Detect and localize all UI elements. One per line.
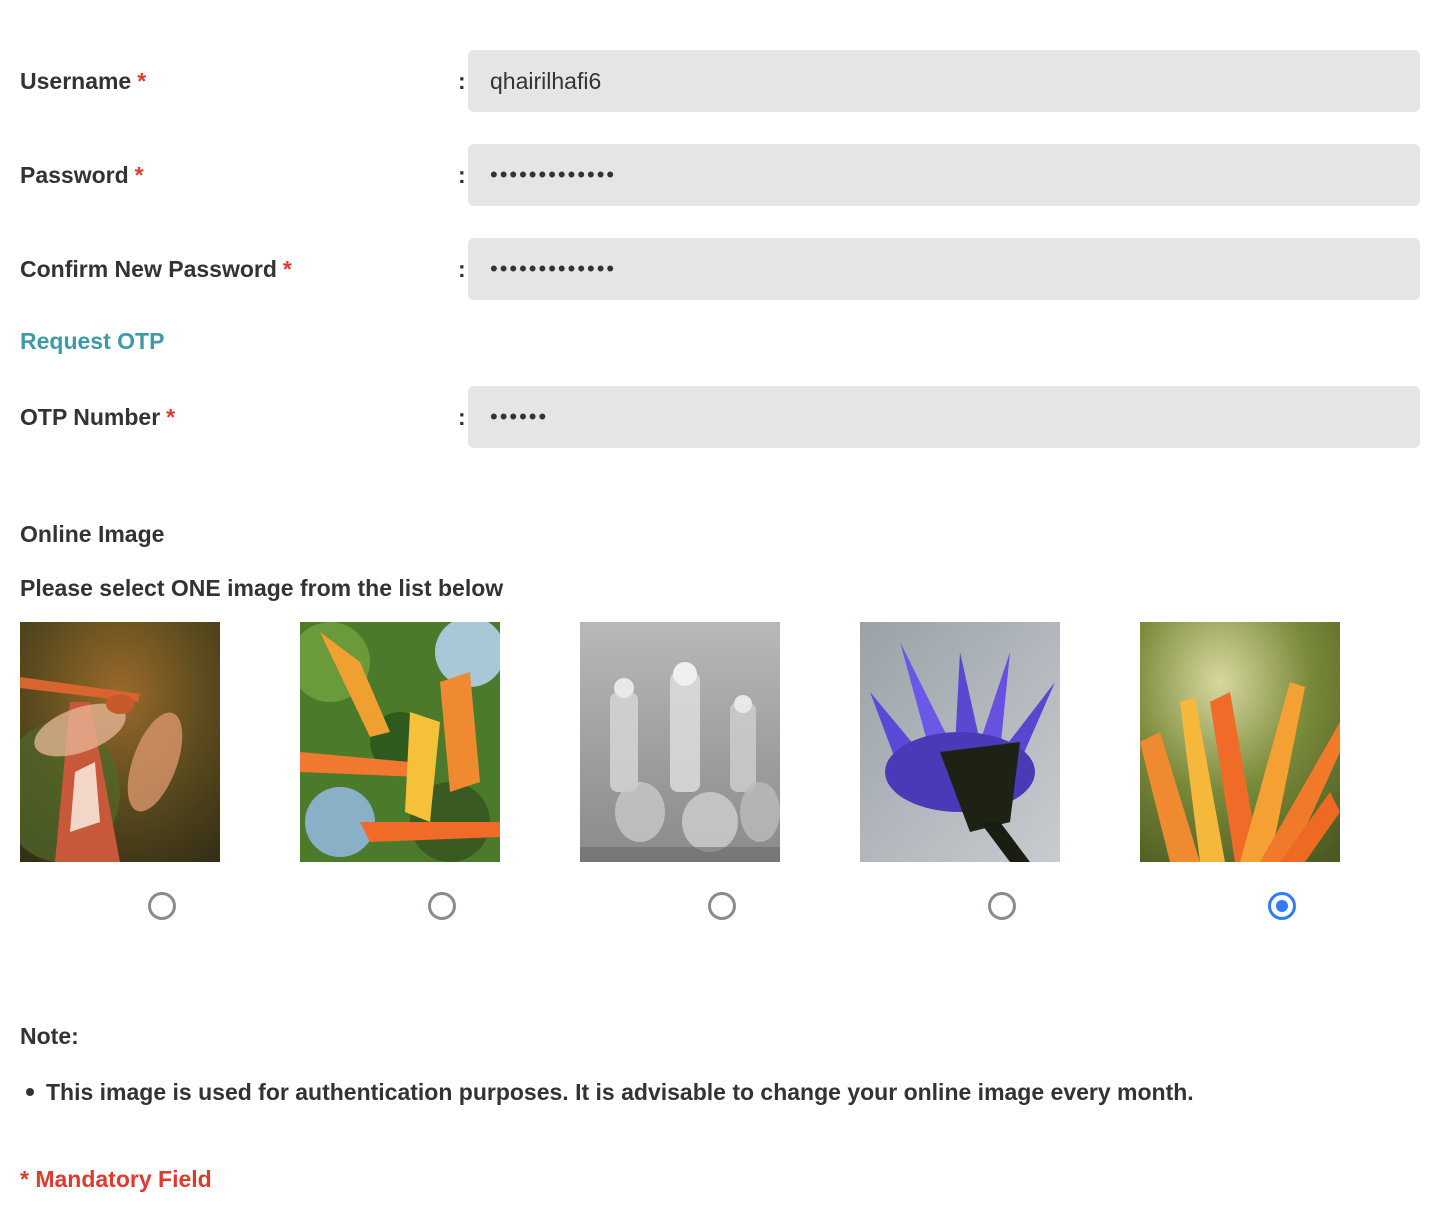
required-asterisk: * <box>134 162 144 188</box>
note-list: This image is used for authentication pu… <box>20 1074 1194 1110</box>
otp-input[interactable]: •••••• <box>468 386 1420 448</box>
purple-lotus-flower-image[interactable] <box>860 622 1060 862</box>
required-asterisk: * <box>166 404 176 430</box>
username-input[interactable]: qhairilhafi6 <box>468 50 1420 112</box>
request-otp-link[interactable]: Request OTP <box>20 328 164 355</box>
image-radio-4[interactable] <box>988 892 1016 920</box>
otp-row: OTP Number * : •••••• <box>0 386 1450 448</box>
bullet-icon <box>26 1088 34 1096</box>
confirm-password-label: Confirm New Password * <box>20 256 292 282</box>
username-label: Username * <box>20 68 147 94</box>
image-radio-3[interactable] <box>708 892 736 920</box>
orange-heliconia-flower-image[interactable] <box>1140 622 1340 862</box>
bird-of-paradise-flower-image[interactable] <box>300 622 500 862</box>
online-image-title: Online Image <box>20 521 165 547</box>
note-title: Note: <box>20 1023 79 1049</box>
confirm-password-input[interactable]: ••••••••••••• <box>468 238 1420 300</box>
colon-separator: : <box>458 68 466 94</box>
image-radio-1[interactable] <box>148 892 176 920</box>
note-item: This image is used for authentication pu… <box>20 1074 1194 1110</box>
otp-label: OTP Number * <box>20 404 176 430</box>
password-label: Password * <box>20 162 144 188</box>
colon-separator: : <box>458 404 466 430</box>
dragonfly-image[interactable] <box>20 622 220 862</box>
required-asterisk: * <box>282 256 292 282</box>
image-radio-5[interactable] <box>1268 892 1296 920</box>
image-radio-2[interactable] <box>428 892 456 920</box>
mandatory-field-note: * Mandatory Field <box>20 1166 212 1192</box>
colon-separator: : <box>458 162 466 188</box>
username-row: Username * : qhairilhafi6 <box>0 50 1450 112</box>
confirm-password-row: Confirm New Password * : ••••••••••••• <box>0 238 1450 300</box>
colon-separator: : <box>458 256 466 282</box>
password-row: Password * : ••••••••••••• <box>0 144 1450 206</box>
password-input[interactable]: ••••••••••••• <box>468 144 1420 206</box>
online-image-instruction: Please select ONE image from the list be… <box>20 575 504 601</box>
required-asterisk: * <box>137 68 147 94</box>
glass-chess-pieces-image[interactable] <box>580 622 780 862</box>
